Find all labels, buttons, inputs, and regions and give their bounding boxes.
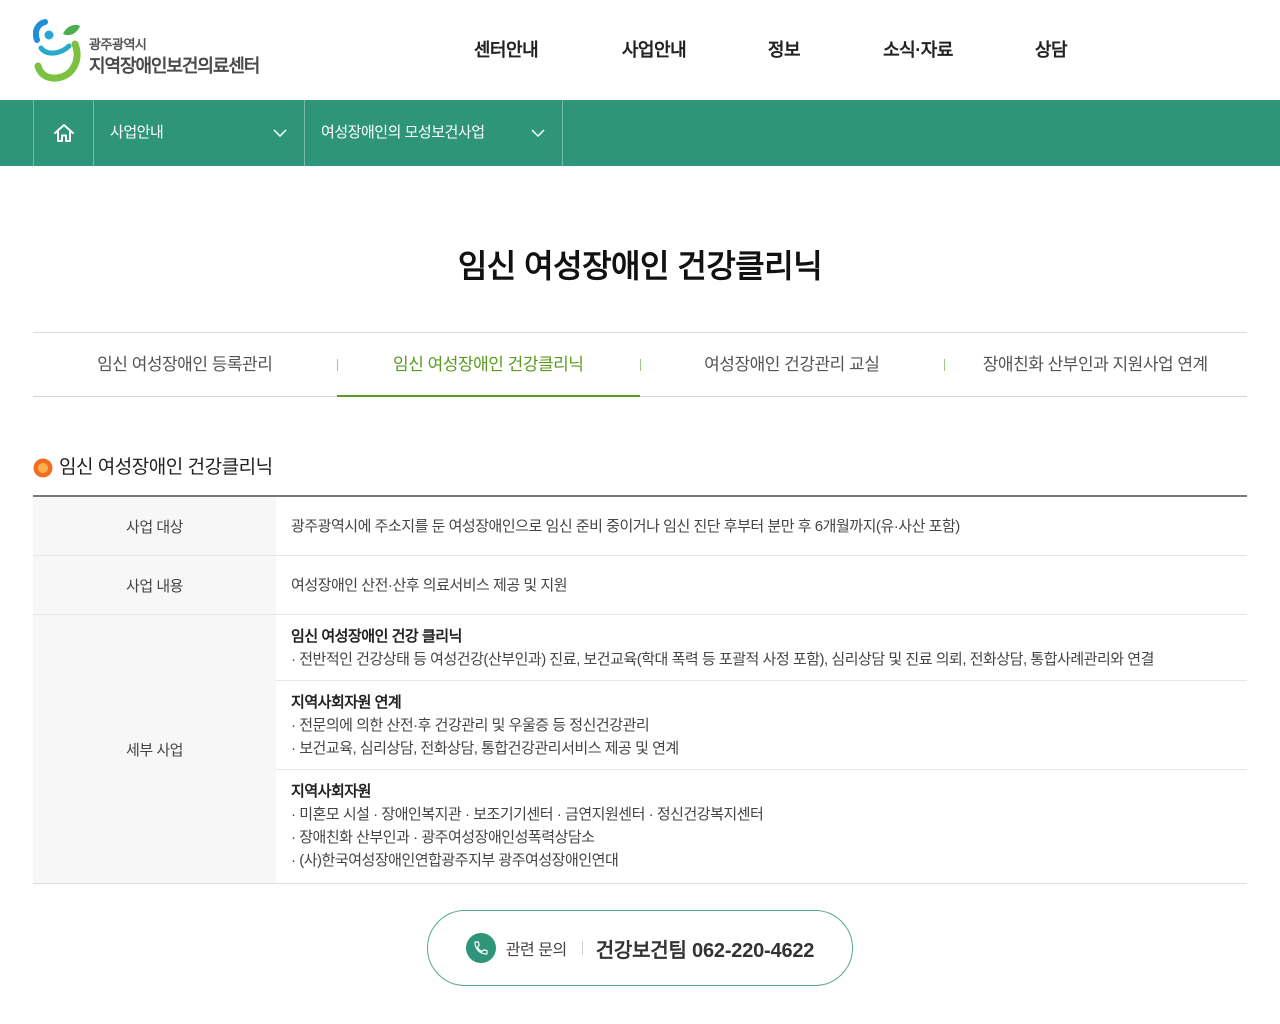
detail-block-title: 지역사회자원 <box>291 783 371 800</box>
detail-block: 지역사회자원 · 미혼모 시설 · 장애인복지관 · 보조기기센터 · 금연지원… <box>276 770 1247 883</box>
nav-item-information[interactable]: 정보 <box>719 35 849 65</box>
detail-block: 임신 여성장애인 건강 클리닉 · 전반적인 건강상태 등 여성건강(산부인과)… <box>276 615 1247 681</box>
row-content: 임신 여성장애인 건강 클리닉 · 전반적인 건강상태 등 여성건강(산부인과)… <box>276 615 1247 883</box>
breadcrumb-label: 여성장애인의 모성보건사업 <box>321 124 485 141</box>
detail-item: · 전반적인 건강상태 등 여성건강(산부인과) 진료, 보건교육(학대 폭력 … <box>291 651 1154 668</box>
breadcrumb-dropdown-maternal-health[interactable]: 여성장애인의 모성보건사업 <box>305 100 563 166</box>
info-table: 사업 대상 광주광역시에 주소지를 둔 여성장애인으로 임신 준비 중이거나 임… <box>33 495 1247 884</box>
page-title: 임신 여성장애인 건강클리닉 <box>457 248 823 284</box>
site-header: 광주광역시 지역장애인보건의료센터 센터안내 사업안내 정보 소식·자료 상담 <box>0 0 1280 100</box>
site-logo[interactable]: 광주광역시 지역장애인보건의료센터 <box>33 18 283 82</box>
tab-divider <box>943 359 945 371</box>
detail-block-title: 임신 여성장애인 건강 클리닉 <box>291 628 462 645</box>
detail-item: · 미혼모 시설 · 장애인복지관 · 보조기기센터 · 금연지원센터 · 정신… <box>291 806 764 823</box>
sub-tabs: 임신 여성장애인 등록관리 임신 여성장애인 건강클리닉 여성장애인 건강관리 … <box>33 332 1247 397</box>
table-row: 사업 대상 광주광역시에 주소지를 둔 여성장애인으로 임신 준비 중이거나 임… <box>33 497 1247 556</box>
phone-icon <box>465 933 496 963</box>
breadcrumb-label: 사업안내 <box>110 124 164 141</box>
home-icon <box>53 124 74 142</box>
tab-divider <box>336 359 338 371</box>
row-label: 세부 사업 <box>33 615 276 883</box>
detail-item: · 장애친화 산부인과 · 광주여성장애인성폭력상담소 <box>291 829 595 846</box>
contact-label: 관련 문의 <box>505 942 567 959</box>
nav-item-consultation[interactable]: 상담 <box>986 35 1116 65</box>
tab-health-class[interactable]: 여성장애인 건강관리 교실 <box>640 333 944 396</box>
nav-item-center-info[interactable]: 센터안내 <box>441 35 571 65</box>
section-title: 임신 여성장애인 건강클리닉 <box>59 457 273 478</box>
row-label: 사업 내용 <box>33 556 276 614</box>
logo-center-name: 지역장애인보건의료센터 <box>89 56 260 76</box>
tab-divider <box>640 359 641 371</box>
detail-item: · 보건교육, 심리상담, 전화상담, 통합건강관리서비스 제공 및 연계 <box>291 740 679 757</box>
contact-phone-number: 건강보건팀 062-220-4622 <box>595 939 815 962</box>
tab-health-clinic[interactable]: 임신 여성장애인 건강클리닉 <box>336 333 641 397</box>
section-heading: 임신 여성장애인 건강클리닉 <box>33 455 1247 481</box>
breadcrumb-home-button[interactable] <box>33 100 94 166</box>
orange-circle-bullet-icon <box>33 458 53 478</box>
nav-item-business-info[interactable]: 사업안내 <box>589 35 719 65</box>
tab-label: 장애친화 산부인과 지원사업 연계 <box>982 355 1208 374</box>
logo-mark-icon <box>33 19 81 82</box>
row-content: 여성장애인 산전·산후 의료서비스 제공 및 지원 <box>291 576 568 594</box>
table-row: 세부 사업 임신 여성장애인 건강 클리닉 · 전반적인 건강상태 등 여성건강… <box>33 615 1247 883</box>
tab-label: 임신 여성장애인 건강클리닉 <box>393 355 584 374</box>
phone-handset-glyph <box>474 941 488 955</box>
chevron-down-icon <box>531 129 545 137</box>
logo-city-text: 광주광역시 <box>89 37 147 52</box>
breadcrumb: 사업안내 여성장애인의 모성보건사업 <box>0 100 1280 166</box>
nav-item-news-resources[interactable]: 소식·자료 <box>853 35 983 65</box>
detail-block-title: 지역사회자원 연계 <box>291 694 402 711</box>
table-row: 사업 내용 여성장애인 산전·산후 의료서비스 제공 및 지원 <box>33 556 1247 615</box>
contact-divider <box>581 941 583 955</box>
breadcrumb-dropdown-business[interactable]: 사업안내 <box>94 100 305 166</box>
tab-registration[interactable]: 임신 여성장애인 등록관리 <box>33 333 337 396</box>
contact-box: 관련 문의 건강보건팀 062-220-4622 <box>427 910 853 986</box>
detail-item: · (사)한국여성장애인연합광주지부 광주여성장애인연대 <box>291 852 619 869</box>
detail-item: · 전문의에 의한 산전·후 건강관리 및 우울증 등 정신건강관리 <box>291 717 650 734</box>
tab-label: 임신 여성장애인 등록관리 <box>97 355 273 374</box>
main-content: 임신 여성장애인 건강클리닉 임신 여성장애인 등록관리 임신 여성장애인 건강… <box>33 166 1247 986</box>
row-label: 사업 대상 <box>33 497 276 555</box>
detail-block: 지역사회자원 연계 · 전문의에 의한 산전·후 건강관리 및 우울증 등 정신… <box>276 681 1247 770</box>
tab-label: 여성장애인 건강관리 교실 <box>704 355 880 374</box>
row-content: 광주광역시에 주소지를 둔 여성장애인으로 임신 준비 중이거나 임신 진단 후… <box>291 517 960 535</box>
tab-obgyn-support[interactable]: 장애친화 산부인과 지원사업 연계 <box>943 333 1248 396</box>
chevron-down-icon <box>273 129 287 137</box>
